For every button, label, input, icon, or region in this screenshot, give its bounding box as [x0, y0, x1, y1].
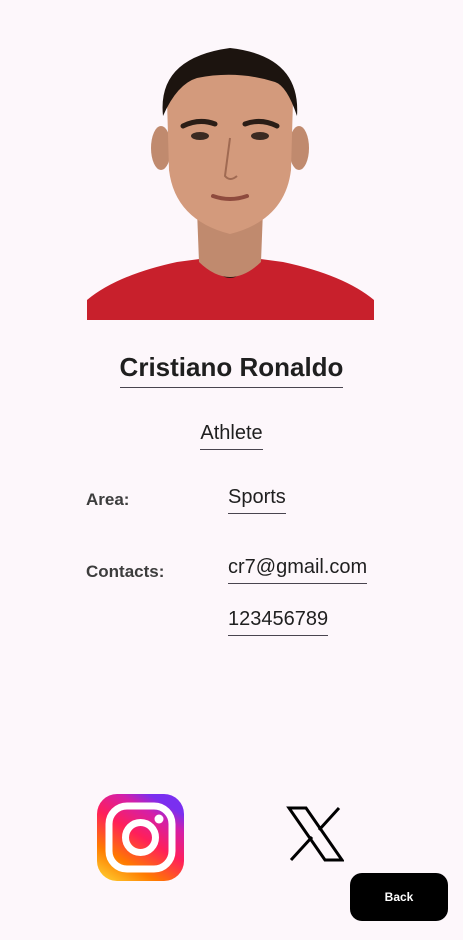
back-button[interactable]: Back — [350, 873, 448, 921]
instagram-icon[interactable] — [97, 794, 184, 881]
profile-role-wrapper: Athlete — [0, 420, 463, 450]
profile-role: Athlete — [200, 420, 263, 450]
profile-photo — [87, 30, 374, 320]
phone-value[interactable]: 123456789 — [228, 606, 329, 636]
area-value: Sports — [228, 484, 286, 514]
email-value[interactable]: cr7@gmail.com — [228, 554, 368, 584]
contacts-label: Contacts: — [86, 562, 165, 581]
x-logo-icon[interactable] — [286, 806, 345, 862]
profile-name-wrapper: Cristiano Ronaldo — [0, 351, 463, 388]
profile-name: Cristiano Ronaldo — [119, 351, 344, 388]
area-label: Area: — [86, 490, 130, 509]
